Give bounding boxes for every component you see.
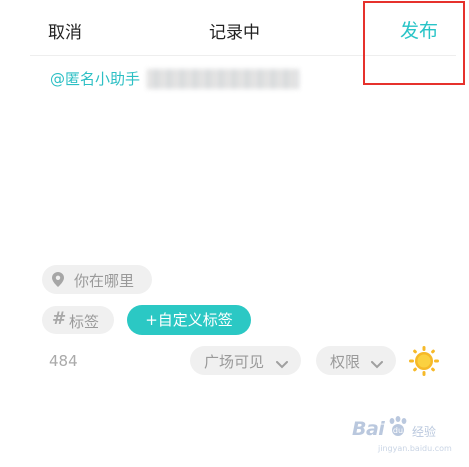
visibility-label: 广场可见 bbox=[204, 353, 265, 371]
sun-icon[interactable] bbox=[408, 345, 440, 381]
highlight-box bbox=[363, 1, 465, 85]
location-button[interactable]: 你在哪里 bbox=[42, 265, 152, 294]
cancel-button[interactable]: 取消 bbox=[48, 18, 82, 43]
watermark-suffix: 经验 bbox=[412, 425, 437, 439]
chevron-down-icon bbox=[371, 355, 383, 373]
blurred-text bbox=[147, 69, 299, 89]
char-count: 484 bbox=[49, 352, 78, 370]
location-pin-icon bbox=[52, 272, 64, 291]
svg-text:du: du bbox=[393, 426, 403, 435]
watermark: Bai du 经验 jingyan.baidu.com bbox=[352, 414, 452, 456]
tag-label: 标签 bbox=[69, 313, 100, 331]
paw-icon: du bbox=[386, 416, 410, 442]
chevron-down-icon bbox=[276, 355, 288, 373]
custom-tag-button[interactable]: +自定义标签 bbox=[127, 305, 251, 335]
mention-text: @匿名小助手 bbox=[50, 70, 141, 88]
tag-button[interactable]: # 标签 bbox=[42, 306, 114, 334]
permission-dropdown[interactable]: 权限 bbox=[316, 346, 396, 375]
visibility-dropdown[interactable]: 广场可见 bbox=[190, 346, 301, 375]
watermark-brand: Bai bbox=[352, 418, 385, 440]
location-label: 你在哪里 bbox=[74, 272, 135, 290]
watermark-url: jingyan.baidu.com bbox=[378, 444, 452, 453]
permission-label: 权限 bbox=[330, 353, 361, 371]
hash-icon: # bbox=[52, 309, 67, 329]
